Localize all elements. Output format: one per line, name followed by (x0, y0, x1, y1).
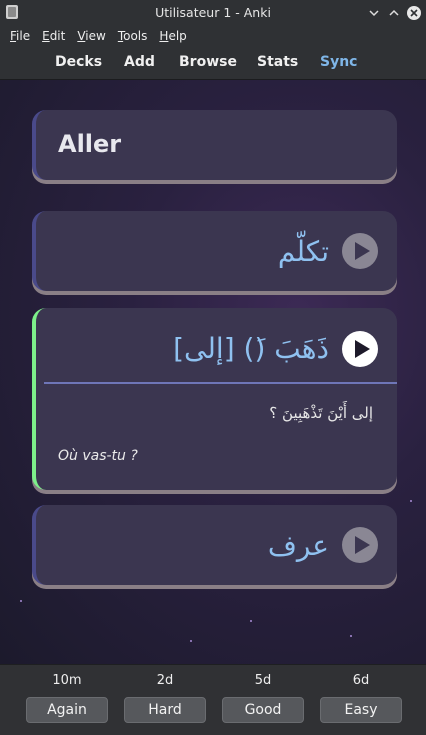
option-card[interactable]: تكلّم (32, 211, 397, 291)
easy-interval: 6d (352, 673, 370, 688)
example-arabic: إلى أَيْنَ تَذْهَبِينَ ؟ (269, 404, 373, 422)
good-button[interactable]: Good (222, 697, 304, 723)
example-french: Où vas-tu ? (58, 448, 138, 464)
toolbar-sync[interactable]: Sync (320, 54, 357, 70)
play-audio-icon[interactable] (341, 232, 379, 270)
hard-interval: 2d (156, 673, 174, 688)
menu-view[interactable]: View (77, 29, 105, 43)
front-card: Aller (32, 110, 397, 180)
window-title: Utilisateur 1 - Anki (155, 5, 271, 20)
again-button[interactable]: Again (26, 697, 108, 723)
option-card[interactable]: عرف (32, 505, 397, 585)
chevron-up-icon[interactable] (386, 5, 402, 21)
review-area: Aller تكلّم ذَهَبَ (َ) [إلى] إلى أَيْنَ … (0, 80, 426, 664)
again-interval: 10m (52, 673, 82, 688)
answer-arabic-word: ذَهَبَ (َ) [إلى] (173, 332, 329, 365)
title-bar: Utilisateur 1 - Anki (0, 0, 426, 25)
menu-bar: File Edit View Tools Help (0, 25, 426, 47)
answer-card: ذَهَبَ (َ) [إلى] إلى أَيْنَ تَذْهَبِينَ … (32, 308, 397, 490)
menu-edit[interactable]: Edit (42, 29, 65, 43)
card-front-text: Aller (58, 130, 122, 158)
menu-tools[interactable]: Tools (118, 29, 148, 43)
toolbar-decks[interactable]: Decks (55, 54, 102, 70)
chevron-down-icon[interactable] (366, 5, 382, 21)
card-arabic-word: تكلّم (277, 235, 329, 268)
menu-help[interactable]: Help (159, 29, 186, 43)
toolbar-add[interactable]: Add (124, 54, 155, 70)
play-audio-icon[interactable] (341, 330, 379, 368)
main-toolbar: Decks Add Browse Stats Sync (0, 47, 426, 80)
close-icon[interactable] (406, 5, 422, 21)
play-audio-icon[interactable] (341, 526, 379, 564)
menu-file[interactable]: File (10, 29, 30, 43)
hard-button[interactable]: Hard (124, 697, 206, 723)
card-arabic-word: عرف (267, 529, 329, 562)
toolbar-browse[interactable]: Browse (179, 54, 237, 70)
easy-button[interactable]: Easy (320, 697, 402, 723)
answer-divider (44, 382, 397, 384)
answer-bar: 10m 2d 5d 6d Again Hard Good Easy (0, 664, 426, 735)
toolbar-stats[interactable]: Stats (257, 54, 298, 70)
good-interval: 5d (254, 673, 272, 688)
